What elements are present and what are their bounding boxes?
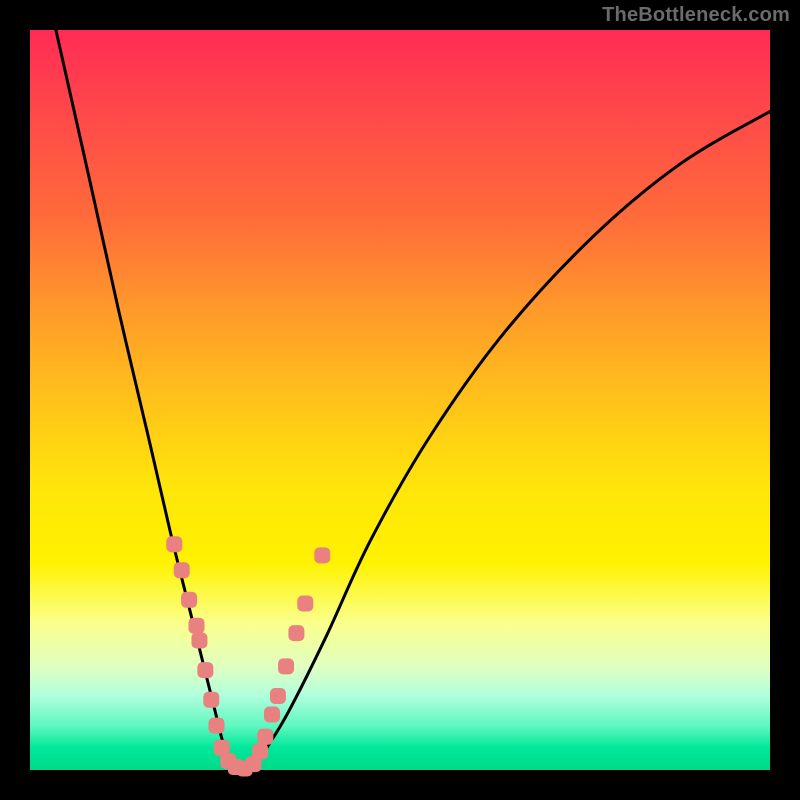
curve-left — [56, 30, 237, 770]
marker-layer — [166, 536, 330, 776]
data-point-marker — [288, 625, 304, 641]
data-point-marker — [270, 688, 286, 704]
data-point-marker — [189, 618, 205, 634]
data-point-marker — [314, 547, 330, 563]
data-point-marker — [174, 562, 190, 578]
data-point-marker — [297, 596, 313, 612]
curve-right — [252, 111, 770, 770]
chart-container: TheBottleneck.com — [0, 0, 800, 800]
data-point-marker — [278, 658, 294, 674]
data-point-marker — [264, 707, 280, 723]
data-point-marker — [166, 536, 182, 552]
plot-area — [30, 30, 770, 770]
data-point-marker — [208, 718, 224, 734]
data-point-marker — [252, 744, 268, 760]
chart-svg — [30, 30, 770, 770]
data-point-marker — [257, 729, 273, 745]
curve-layer — [56, 30, 770, 770]
data-point-marker — [203, 692, 219, 708]
data-point-marker — [191, 633, 207, 649]
data-point-marker — [197, 662, 213, 678]
data-point-marker — [181, 592, 197, 608]
watermark-text: TheBottleneck.com — [602, 4, 790, 27]
